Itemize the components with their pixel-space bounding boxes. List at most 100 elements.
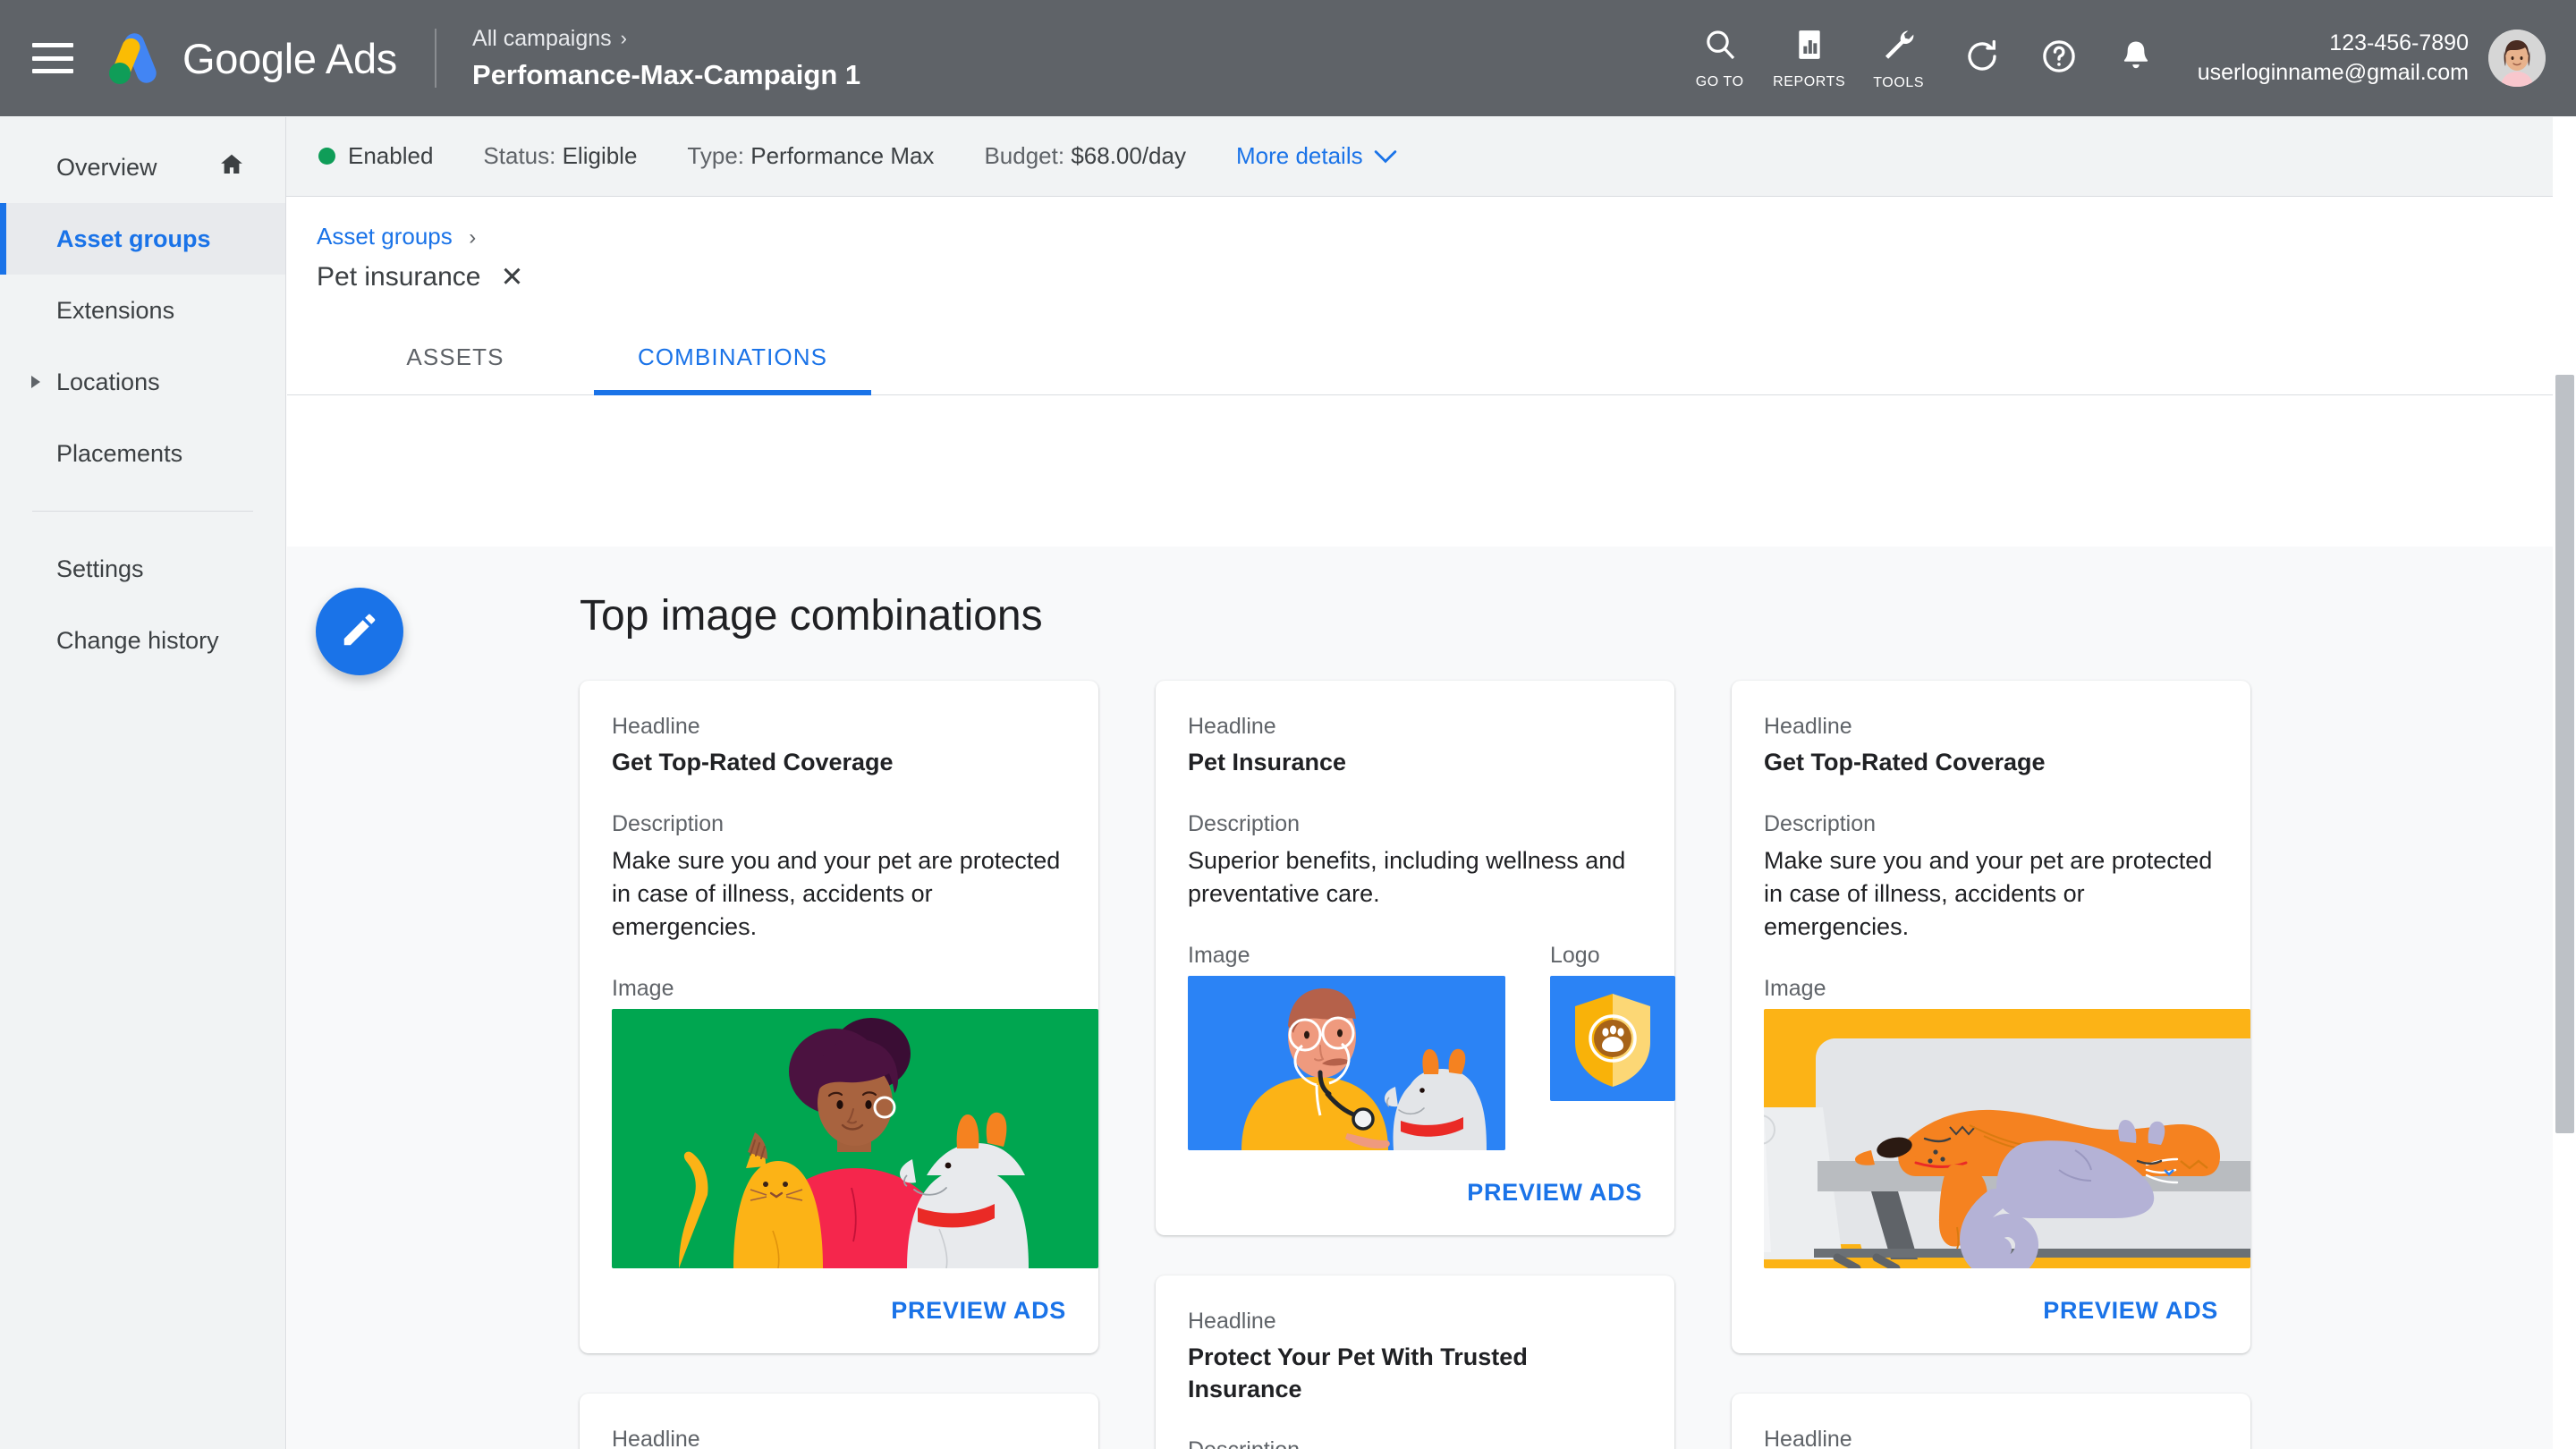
sidebar-item-label: Placements	[56, 440, 182, 468]
notifications-bell-icon	[2117, 38, 2155, 80]
budget-key: Budget:	[984, 142, 1064, 170]
refresh-button[interactable]	[1944, 20, 2021, 97]
brand-title: Google Ads	[182, 34, 397, 83]
tab-combinations[interactable]: COMBINATIONS	[594, 320, 871, 394]
description-label: Description	[1764, 811, 2218, 837]
sidebar-divider	[32, 511, 253, 512]
description-block: Description Make sure you and your pet a…	[1764, 811, 2218, 945]
budget-field: Budget: $68.00/day	[984, 142, 1186, 170]
sidebar-item-label: Overview	[56, 154, 157, 182]
expand-caret-icon[interactable]	[31, 376, 40, 388]
combination-image[interactable]	[1188, 976, 1505, 1150]
combination-card[interactable]: Headline Low Deductible, Includes a 24/7…	[1732, 1394, 2250, 1449]
more-details-button[interactable]: More details	[1236, 142, 1397, 170]
image-block: Image	[1188, 943, 1505, 1150]
headline-label: Headline	[1764, 1427, 2218, 1449]
headline-value: Get Top-Rated Coverage	[612, 747, 1066, 779]
avatar[interactable]	[2488, 30, 2546, 87]
image-label: Image	[1764, 976, 2250, 1002]
description-block: Description Make sure you and your pet a…	[612, 811, 1066, 945]
sidebar-item-locations[interactable]: Locations	[0, 346, 285, 418]
sidebar-item-change-history[interactable]: Change history	[0, 605, 285, 676]
combinations-grid: Headline Get Top-Rated Coverage Descript…	[580, 681, 2576, 1449]
headline-label: Headline	[612, 1427, 1066, 1449]
tab-assets[interactable]: ASSETS	[317, 320, 594, 394]
google-ads-logo-icon	[106, 30, 163, 86]
combination-logo[interactable]	[1550, 976, 1675, 1101]
headline-value: Pet Insurance	[1188, 747, 1642, 779]
headline-label: Headline	[1188, 714, 1642, 740]
notifications-button[interactable]	[2097, 20, 2174, 97]
preview-ads-link[interactable]: PREVIEW ADS	[612, 1268, 1066, 1353]
combination-card[interactable]: Headline Get Top-Rated Coverage Descript…	[1732, 681, 2250, 1353]
combinations-column: Headline Pet Insurance Description Super…	[1156, 681, 1674, 1449]
goto-label: GO TO	[1696, 74, 1744, 90]
preview-ads-link[interactable]: PREVIEW ADS	[1764, 1268, 2218, 1353]
chevron-right-icon: ›	[469, 225, 476, 250]
reports-label: REPORTS	[1773, 74, 1845, 90]
headline-value: Get Top-Rated Coverage	[1764, 747, 2218, 779]
combination-card[interactable]: Headline Get Top-Rated Coverage Descript…	[580, 681, 1098, 1353]
headline-label: Headline	[1764, 714, 2218, 740]
media-row: Image	[1188, 943, 1642, 1150]
breadcrumb-all-campaigns[interactable]: All campaigns ›	[472, 23, 860, 54]
status-field: Status: Eligible	[483, 142, 637, 170]
close-icon[interactable]: ✕	[500, 261, 523, 293]
breadcrumb-all-campaigns-label: All campaigns	[472, 23, 612, 54]
status-enabled-label: Enabled	[348, 142, 433, 170]
tab-bar: ASSETS COMBINATIONS	[287, 320, 2576, 395]
sidebar-item-extensions[interactable]: Extensions	[0, 275, 285, 346]
sidebar-item-overview[interactable]: Overview	[0, 131, 285, 203]
breadcrumb: All campaigns › Perfomance-Max-Campaign …	[472, 23, 860, 93]
combinations-column: Headline Get Top-Rated Coverage Descript…	[1732, 681, 2250, 1449]
goto-button[interactable]: GO TO	[1675, 27, 1765, 90]
asset-group-breadcrumb: Asset groups › Pet insurance ✕	[287, 198, 2576, 293]
logo-block: Logo	[1550, 943, 1675, 1150]
combination-image[interactable]	[612, 1009, 1098, 1268]
status-value: Eligible	[563, 142, 638, 170]
description-block: Description Superior benefits, including…	[1188, 811, 1642, 911]
page-scrollbar-track[interactable]	[2553, 117, 2576, 1449]
chevron-down-icon	[1374, 142, 1397, 170]
menu-hamburger-icon[interactable]	[32, 43, 73, 73]
sidebar-item-placements[interactable]: Placements	[0, 418, 285, 489]
asset-group-name: Pet insurance	[317, 262, 480, 292]
headline-label: Headline	[612, 714, 1066, 740]
headline-block: Headline Protect Your Pet With Trusted I…	[1188, 1309, 1642, 1405]
more-details-label: More details	[1236, 142, 1363, 170]
type-key: Type:	[687, 142, 744, 170]
sidebar-item-asset-groups[interactable]: Asset groups	[0, 203, 285, 275]
combination-card[interactable]: Headline Pet Insurance Image	[580, 1394, 1098, 1449]
combination-card[interactable]: Headline Protect Your Pet With Trusted I…	[1156, 1275, 1674, 1449]
description-value: Make sure you and your pet are protected…	[1764, 844, 2218, 945]
combination-image[interactable]	[1764, 1009, 2250, 1268]
sidebar-item-label: Asset groups	[56, 225, 211, 253]
type-field: Type: Performance Max	[687, 142, 934, 170]
header-divider	[435, 29, 436, 88]
account-info[interactable]: 123-456-7890 userloginname@gmail.com	[2198, 29, 2469, 88]
headline-label: Headline	[1188, 1309, 1642, 1335]
headline-block: Headline Get Top-Rated Coverage	[612, 714, 1066, 779]
help-button[interactable]	[2021, 20, 2097, 97]
logo-label: Logo	[1550, 943, 1675, 969]
type-value: Performance Max	[750, 142, 934, 170]
page-title: Perfomance-Max-Campaign 1	[472, 57, 860, 93]
combination-card[interactable]: Headline Pet Insurance Description Super…	[1156, 681, 1674, 1235]
reports-button[interactable]: REPORTS	[1765, 27, 1854, 90]
account-phone: 123-456-7890	[2198, 29, 2469, 58]
board-title: Top image combinations	[580, 591, 1043, 640]
sidebar-item-settings[interactable]: Settings	[0, 533, 285, 605]
edit-fab-button[interactable]	[316, 588, 403, 675]
image-label: Image	[1188, 943, 1505, 969]
headline-block: Headline Pet Insurance	[612, 1427, 1066, 1449]
status-key: Status:	[483, 142, 555, 170]
image-block: Image	[612, 976, 1098, 1268]
breadcrumb-asset-groups-link[interactable]: Asset groups	[317, 223, 453, 250]
preview-ads-link[interactable]: PREVIEW ADS	[1188, 1150, 1642, 1235]
main-content: Asset groups › Pet insurance ✕ ASSETS CO…	[287, 198, 2576, 1449]
sidebar-item-label: Extensions	[56, 297, 174, 325]
tools-button[interactable]: TOOLS	[1854, 26, 1944, 91]
page-scrollbar-thumb[interactable]	[2555, 375, 2574, 1133]
refresh-icon	[1963, 38, 2001, 80]
sidebar: Overview Asset groups Extensions Locatio…	[0, 117, 286, 1449]
